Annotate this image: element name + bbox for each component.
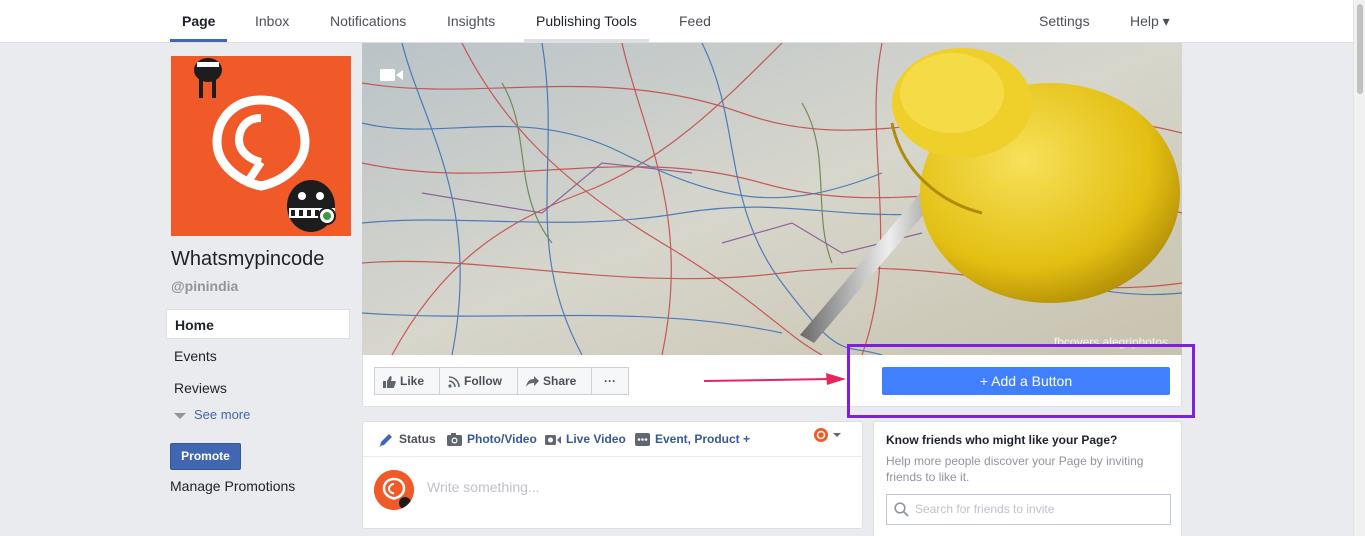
live-video-icon <box>545 434 561 445</box>
tab-notifications[interactable]: Notifications <box>330 0 406 42</box>
more-options-button[interactable]: ··· <box>591 367 629 395</box>
camera-icon <box>447 433 462 447</box>
left-nav-reviews[interactable]: Reviews <box>166 373 350 403</box>
page-title: Whatsmypincode <box>171 248 325 270</box>
like-label: Like <box>400 374 425 388</box>
see-more-link[interactable]: See more <box>174 407 250 422</box>
vertical-scrollbar[interactable] <box>1353 0 1365 536</box>
invite-search-placeholder: Search for friends to invite <box>915 502 1055 516</box>
composer-tabs: Status Photo/Video Live Video Event, Pro… <box>363 422 862 457</box>
see-more-label: See more <box>194 407 251 422</box>
tab-feed[interactable]: Feed <box>679 0 711 42</box>
pencil-icon <box>379 433 392 447</box>
video-camera-icon[interactable] <box>380 67 404 83</box>
composer-tab-photo-video[interactable]: Photo/Video <box>447 422 537 456</box>
tab-insights[interactable]: Insights <box>447 0 495 42</box>
composer-tab-status[interactable]: Status <box>378 422 436 456</box>
left-nav-events[interactable]: Events <box>166 341 350 371</box>
profile-picture[interactable] <box>171 56 351 236</box>
page-avatar-dropdown-icon <box>814 428 841 442</box>
live-video-label: Live Video <box>566 432 626 446</box>
post-as-selector[interactable] <box>813 427 845 448</box>
invite-search-input[interactable]: Search for friends to invite <box>886 494 1171 525</box>
share-label: Share <box>543 374 577 388</box>
thumbs-up-icon <box>383 375 396 388</box>
help-menu[interactable]: Help ▾ <box>1130 0 1170 42</box>
share-arrow-icon <box>526 376 539 388</box>
manage-promotions-link[interactable]: Manage Promotions <box>170 478 295 494</box>
caret-down-icon <box>174 412 186 419</box>
annotation-arrow-icon <box>703 373 846 385</box>
cover-photo[interactable]: fbcovers.alegriphotos <box>362 43 1182 355</box>
share-button[interactable]: Share <box>517 367 592 395</box>
tab-publishing-tools[interactable]: Publishing Tools <box>524 0 649 42</box>
scrollbar-thumb[interactable] <box>1357 4 1363 94</box>
composer-tab-live-video[interactable]: Live Video <box>545 422 626 456</box>
tab-page[interactable]: Page <box>170 0 228 42</box>
pin-avatar-icon <box>374 470 414 510</box>
left-nav-home[interactable]: Home <box>166 309 350 339</box>
avatar <box>374 470 414 510</box>
tab-settings[interactable]: Settings <box>1039 0 1090 42</box>
annotation-highlight-box <box>847 344 1195 418</box>
more-items-icon <box>635 433 650 447</box>
post-composer: Status Photo/Video Live Video Event, Pro… <box>362 421 863 529</box>
photo-video-label: Photo/Video <box>467 432 537 446</box>
composer-input[interactable]: Write something... <box>427 479 540 495</box>
follow-label: Follow <box>464 374 502 388</box>
like-button[interactable]: Like <box>374 367 440 395</box>
status-label: Status <box>399 432 436 446</box>
page-username[interactable]: @pinindia <box>171 278 238 294</box>
tab-inbox[interactable]: Inbox <box>255 0 289 42</box>
page-top-nav: Page Inbox Notifications Insights Publis… <box>0 0 1353 43</box>
follow-button[interactable]: Follow <box>439 367 518 395</box>
rss-follow-icon <box>448 376 460 388</box>
composer-tab-event-product[interactable]: Event, Product + <box>635 422 750 456</box>
invite-description: Help more people discover your Page by i… <box>886 454 1144 484</box>
invite-friends-widget: Know friends who might like your Page? H… <box>873 421 1182 536</box>
promote-button[interactable]: Promote <box>170 443 241 470</box>
event-product-label: Event, Product + <box>655 432 751 446</box>
search-icon <box>894 502 909 517</box>
map-cover-image <box>362 43 1182 355</box>
invite-title: Know friends who might like your Page? <box>886 433 1118 447</box>
pin-logo-icon <box>171 56 351 236</box>
